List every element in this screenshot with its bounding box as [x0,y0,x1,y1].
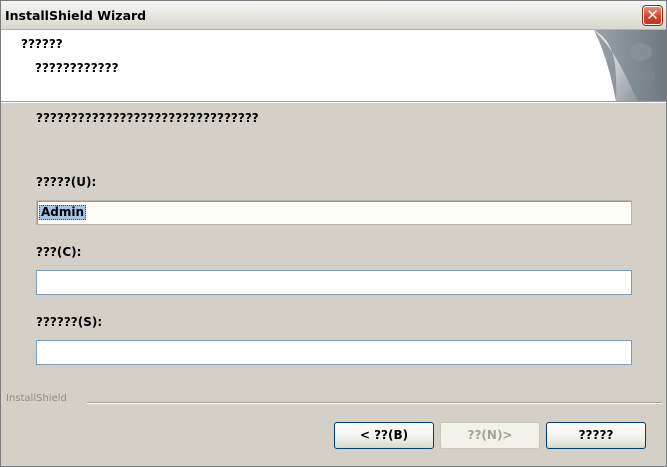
serial-label: ??????(S): [36,315,103,329]
header-subtitle: ???????????? [35,61,119,75]
cancel-button[interactable]: ????? [546,422,646,449]
user-name-label: ?????(U): [36,175,97,189]
company-input[interactable] [37,271,631,294]
close-icon[interactable]: ✕ [642,5,663,26]
footer-divider [87,402,662,403]
instruction-text: ???????????????????????????????? [36,111,259,125]
installshield-page-curl-logo [594,30,666,101]
serial-field[interactable] [36,340,632,365]
next-button[interactable]: ??(N)> [440,422,540,449]
title-bar[interactable]: InstallShield Wizard ✕ [1,1,666,30]
installshield-brand: InstallShield [6,393,67,404]
user-name-field[interactable]: Admin [36,200,632,225]
window-title: InstallShield Wizard [5,8,147,23]
header-banner: ?????? ???????????? [1,30,666,102]
company-field[interactable] [36,270,632,295]
header-divider [1,102,666,103]
company-label: ???(C): [36,245,82,259]
installshield-dialog: InstallShield Wizard ✕ ?????? ??????????… [0,0,667,467]
header-title: ?????? [21,37,63,51]
serial-input[interactable] [37,341,631,364]
back-button[interactable]: < ??(B) [334,422,434,449]
user-name-value: Admin [39,205,87,220]
